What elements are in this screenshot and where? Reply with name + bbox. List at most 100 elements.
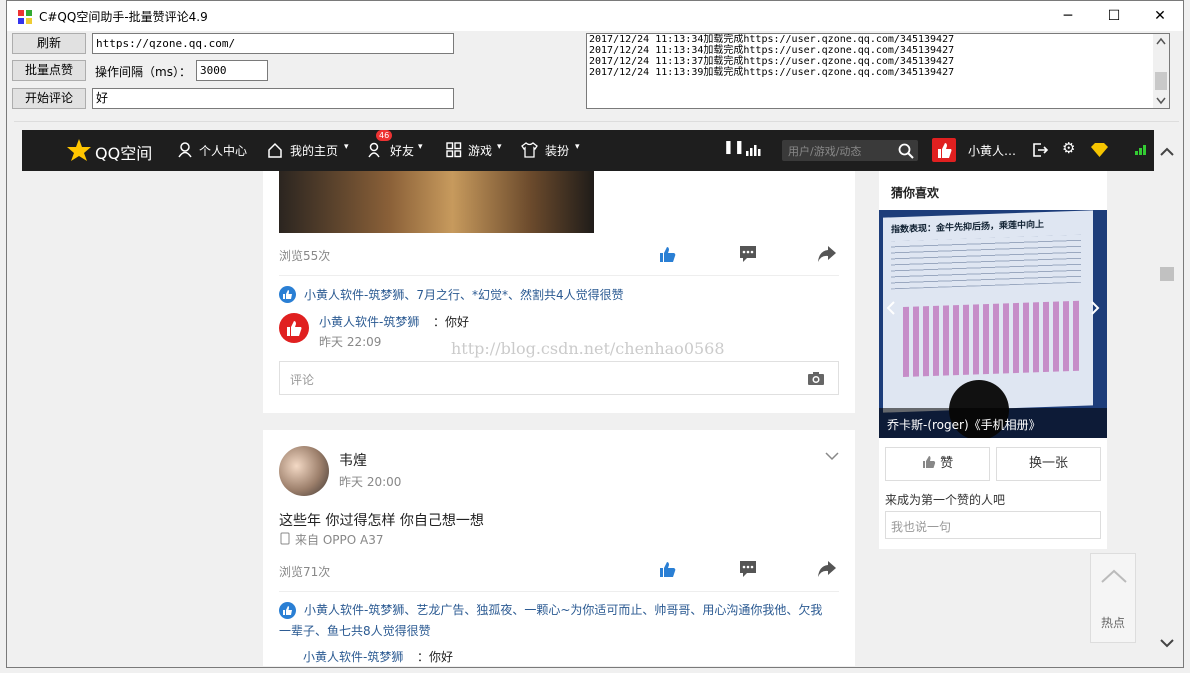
slide-text [891, 234, 1081, 290]
like-icon[interactable] [658, 244, 678, 264]
likes-thumb-icon [279, 286, 296, 303]
chevron-down-icon: ▾ [418, 142, 423, 152]
app-icon [18, 10, 32, 24]
post-author[interactable]: 韦煌 [339, 450, 367, 470]
likes-summary[interactable]: 小黄人软件-筑梦狮、艺龙广告、独孤夜、一颗心~为你适可而止、帅哥哥、用心沟通你我… [279, 600, 824, 642]
scroll-down-icon[interactable] [1160, 638, 1174, 648]
chevron-down-icon: ▾ [497, 142, 502, 152]
comment-avatar[interactable] [279, 313, 309, 343]
post-photo[interactable] [279, 171, 594, 233]
user-avatar[interactable] [932, 138, 956, 162]
post-author-avatar[interactable] [279, 446, 329, 496]
log-line: 2017/12/24 11:13:37加载完成https://user.qzon… [589, 56, 955, 67]
watermark: http://blog.csdn.net/chenhao0568 [451, 339, 725, 358]
web-browser[interactable]: QQ空间 个人中心 我的主页 ▾ 46 好友 ▾ 游戏 ▾ 装扮 ▾ ❚❚ 用户… [14, 121, 1179, 666]
back-to-top-panel[interactable]: 热点 [1090, 553, 1136, 643]
thumbs-up-icon [938, 143, 952, 158]
title-bar: C#QQ空间助手-批量赞评论4.9 ─ ☐ ✕ [7, 1, 1183, 31]
nav-dress[interactable]: 装扮 [545, 142, 569, 159]
chevron-right-icon[interactable] [1089, 300, 1101, 316]
gear-icon[interactable]: ⚙ [1062, 139, 1075, 157]
thumbs-up-icon [922, 456, 936, 468]
pause-icon[interactable]: ❚❚ [723, 140, 745, 155]
comment-icon[interactable] [738, 559, 758, 579]
panel-title: 猜你喜欢 [891, 186, 940, 200]
signal-bars-icon[interactable] [745, 143, 761, 157]
scroll-thumb[interactable] [1160, 267, 1174, 281]
refresh-button[interactable]: 刷新 [12, 33, 86, 54]
post-views: 浏览71次 [279, 565, 331, 579]
hot-label[interactable]: 热点 [1101, 614, 1125, 631]
chevron-down-icon: ▾ [575, 142, 580, 152]
log-line: 2017/12/24 11:13:39加载完成https://user.qzon… [589, 67, 955, 78]
nav-user-name[interactable]: 小黄人… [968, 142, 1016, 159]
log-line: 2017/12/24 11:13:34加载完成https://user.qzon… [589, 45, 955, 56]
likes-summary[interactable]: 小黄人软件-筑梦狮、7月之行、*幻觉*、然割共4人觉得很赞 [304, 285, 844, 306]
feed: 浏览55次 小黄人软件-筑梦狮、7月之行、*幻觉*、然割共4人觉得很赞 小黄人软… [263, 171, 855, 666]
search-icon[interactable] [898, 143, 914, 159]
first-like-prompt: 来成为第一个赞的人吧 [885, 493, 1006, 507]
close-button[interactable]: ✕ [1137, 1, 1183, 31]
batch-like-button[interactable]: 批量点赞 [12, 60, 86, 81]
post-content: 这些年 你过得怎样 你自己想一想 [279, 513, 484, 529]
sidebar-comment-input[interactable]: 我也说一句 [885, 511, 1101, 539]
post-views: 浏览55次 [279, 249, 331, 263]
like-photo-button[interactable]: 赞 [885, 447, 990, 481]
comment-input[interactable]: 评论 [279, 361, 839, 395]
browser-scrollbar[interactable] [1155, 122, 1179, 666]
scroll-up-icon[interactable] [1160, 147, 1174, 157]
network-signal-icon [1135, 145, 1146, 155]
nav-my-home[interactable]: 我的主页 [290, 142, 338, 159]
app-window: C#QQ空间助手-批量赞评论4.9 ─ ☐ ✕ 刷新 https://qzone… [6, 0, 1184, 668]
share-icon[interactable] [817, 559, 837, 579]
maximize-button[interactable]: ☐ [1091, 1, 1137, 31]
scroll-down-icon[interactable] [1156, 97, 1166, 105]
guess-you-like-panel: 猜你喜欢 指数表现：金牛先抑后扬，乘莲中向上 乔卡斯-(roger)《手机相册》… [879, 171, 1107, 549]
shirt-icon [521, 142, 538, 158]
logout-icon[interactable] [1032, 142, 1049, 158]
like-icon[interactable] [658, 559, 678, 579]
diamond-vip-icon[interactable] [1090, 142, 1109, 158]
comment-author[interactable]: 小黄人软件-筑梦狮 [319, 313, 419, 330]
window-title: C#QQ空间助手-批量赞评论4.9 [39, 10, 208, 24]
divider [279, 591, 839, 592]
interval-input[interactable]: 3000 [196, 60, 268, 81]
qzone-logo-text[interactable]: QQ空间 [95, 140, 152, 164]
interval-label: 操作间隔（ms）： [95, 65, 191, 79]
share-icon[interactable] [817, 244, 837, 264]
comment-text: ：你好 [433, 315, 470, 329]
chevron-left-icon[interactable] [885, 300, 897, 316]
photo-caption[interactable]: 乔卡斯-(roger)《手机相册》 [887, 416, 1041, 433]
nav-personal-center[interactable]: 个人中心 [199, 142, 247, 159]
nav-friends[interactable]: 好友 [390, 142, 414, 159]
comment-time: 昨天 22:09 [319, 335, 382, 349]
recommend-photo[interactable]: 指数表现：金牛先抑后扬，乘莲中向上 乔卡斯-(roger)《手机相册》 [879, 210, 1107, 438]
comment-input[interactable]: 好 [92, 88, 454, 109]
scroll-thumb[interactable] [1155, 72, 1167, 90]
comment-author[interactable]: 小黄人软件-筑梦狮 [303, 648, 403, 665]
feed-card: 浏览55次 小黄人软件-筑梦狮、7月之行、*幻觉*、然割共4人觉得很赞 小黄人软… [263, 171, 855, 413]
minimize-button[interactable]: ─ [1045, 1, 1091, 31]
feed-card: 韦煌 昨天 20:00 这些年 你过得怎样 你自己想一想 来自 OPPO A37… [263, 430, 855, 666]
chevron-down-icon[interactable] [825, 451, 839, 461]
chevron-down-icon: ▾ [344, 142, 349, 152]
home-icon [268, 142, 282, 158]
start-comment-button[interactable]: 开始评论 [12, 88, 86, 109]
slide-chart [903, 300, 1083, 377]
camera-icon[interactable] [807, 371, 825, 386]
log-scrollbar[interactable] [1153, 34, 1169, 108]
friends-badge: 46 [376, 130, 393, 141]
friends-icon [368, 142, 380, 158]
post-device: 来自 OPPO A37 [295, 533, 384, 547]
qq-star-logo-icon[interactable] [66, 138, 92, 162]
url-input[interactable]: https://qzone.qq.com/ [92, 33, 454, 54]
chevron-up-icon[interactable] [1100, 568, 1128, 584]
slide-title: 指数表现：金牛先抑后扬，乘莲中向上 [891, 220, 1045, 236]
post-time: 昨天 20:00 [339, 475, 402, 489]
nav-games[interactable]: 游戏 [468, 142, 492, 159]
thumbs-up-icon [287, 321, 302, 336]
log-textbox[interactable]: 2017/12/24 11:13:34加载完成https://user.qzon… [586, 33, 1170, 109]
comment-icon[interactable] [738, 244, 758, 264]
swap-photo-button[interactable]: 换一张 [996, 447, 1101, 481]
scroll-up-icon[interactable] [1156, 37, 1166, 45]
